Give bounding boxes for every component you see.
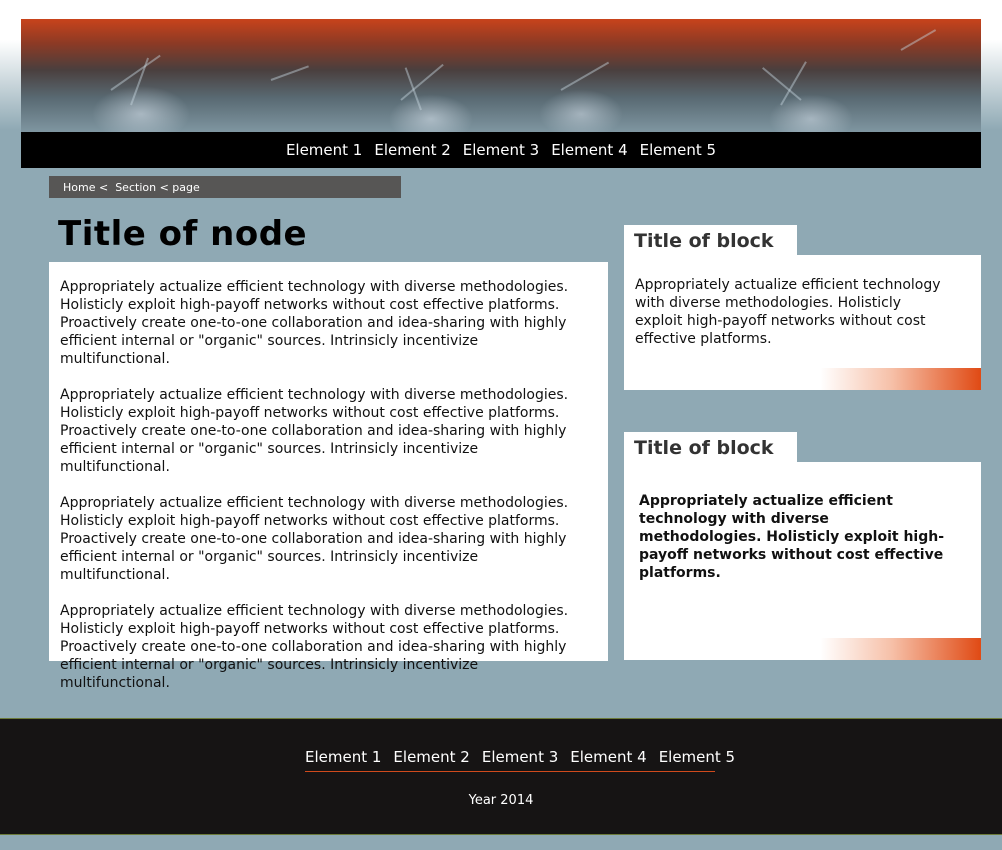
footer-nav-item-element-4[interactable]: Element 4	[570, 748, 646, 766]
footer-nav-item-element-3[interactable]: Element 3	[482, 748, 558, 766]
header-banner-image	[21, 19, 981, 132]
block-1-text: Appropriately actualize efficient techno…	[635, 277, 941, 347]
breadcrumb-separator: <	[95, 180, 116, 194]
footer-nav-item-element-2[interactable]: Element 2	[393, 748, 469, 766]
breadcrumb-separator: <	[156, 180, 173, 194]
nav-item-element-2[interactable]: Element 2	[374, 141, 450, 159]
block-2-body: Appropriately actualize efficient techno…	[624, 462, 981, 660]
footer-year: Year 2014	[468, 793, 534, 808]
nav-item-element-5[interactable]: Element 5	[640, 141, 716, 159]
block-2-title: Title of block	[624, 432, 797, 463]
footer-navigation: Element 1 Element 2 Element 3 Element 4 …	[305, 743, 735, 772]
nav-item-element-4[interactable]: Element 4	[551, 141, 627, 159]
footer-nav-item-element-1[interactable]: Element 1	[305, 748, 381, 766]
node-paragraph: Appropriately actualize efficient techno…	[60, 603, 569, 691]
footer-nav-item-element-5[interactable]: Element 5	[659, 748, 735, 766]
node-paragraph: Appropriately actualize efficient techno…	[60, 279, 569, 367]
node-paragraph: Appropriately actualize efficient techno…	[60, 387, 569, 475]
node-paragraph: Appropriately actualize efficient techno…	[60, 495, 569, 583]
node-content: Appropriately actualize efficient techno…	[49, 262, 608, 691]
nav-item-element-1[interactable]: Element 1	[286, 141, 362, 159]
breadcrumb: Home < Section < page	[49, 176, 401, 198]
block-1-body: Appropriately actualize efficient techno…	[624, 255, 981, 390]
footer: Element 1 Element 2 Element 3 Element 4 …	[0, 718, 1002, 835]
nav-item-element-3[interactable]: Element 3	[463, 141, 539, 159]
breadcrumb-section-link[interactable]: Section	[115, 181, 156, 194]
block-2-text: Appropriately actualize efficient techno…	[639, 493, 945, 581]
breadcrumb-home-link[interactable]: Home	[63, 181, 95, 194]
node-title: Title of node	[58, 214, 308, 254]
breadcrumb-current-page: page	[172, 180, 200, 194]
main-navigation: Element 1 Element 2 Element 3 Element 4 …	[21, 132, 981, 168]
block-1-title: Title of block	[624, 225, 797, 256]
